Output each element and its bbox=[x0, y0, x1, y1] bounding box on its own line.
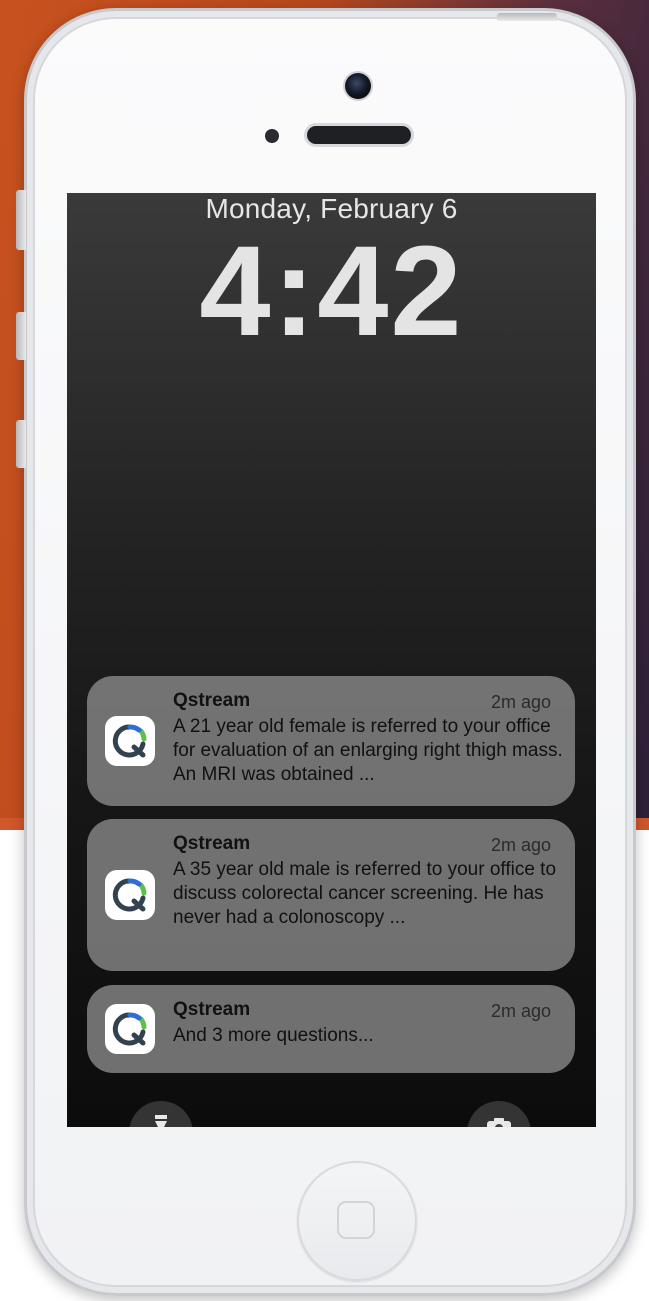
notification-app-name: Qstream bbox=[173, 690, 251, 711]
qstream-logo-icon bbox=[112, 724, 147, 758]
notification-app-name: Qstream bbox=[173, 833, 251, 854]
qstream-app-icon bbox=[105, 870, 155, 920]
notification-card[interactable]: Qstream 2m ago And 3 more questions... bbox=[87, 985, 575, 1073]
volume-down-button bbox=[16, 420, 26, 468]
volume-up-button bbox=[16, 312, 26, 360]
camera-button[interactable] bbox=[467, 1101, 531, 1127]
front-camera bbox=[345, 73, 371, 99]
qstream-logo-icon bbox=[112, 1012, 147, 1046]
notification-time: 2m ago bbox=[490, 692, 551, 712]
home-button[interactable] bbox=[297, 1161, 417, 1281]
qstream-app-icon bbox=[105, 1004, 155, 1054]
qstream-logo-icon bbox=[112, 878, 147, 912]
notification-body: A 35 year old male is referred to your o… bbox=[173, 859, 557, 928]
flashlight-icon bbox=[155, 1115, 167, 1127]
notification-body: And 3 more questions... bbox=[173, 1025, 374, 1046]
camera-icon bbox=[487, 1118, 511, 1127]
notification-body: A 21 year old female is referred to your… bbox=[173, 716, 563, 785]
home-button-square-icon bbox=[337, 1201, 375, 1239]
earpiece-speaker bbox=[307, 126, 411, 144]
flashlight-button[interactable] bbox=[129, 1101, 193, 1127]
notification-app-name: Qstream bbox=[173, 999, 251, 1020]
lock-screen: Monday, February 6 4:42 Qstream 2m ago A… bbox=[67, 193, 596, 1127]
notification-card[interactable]: Qstream 2m ago A 21 year old female is r… bbox=[87, 676, 575, 806]
power-button bbox=[497, 13, 557, 21]
lockscreen-time: 4:42 bbox=[199, 220, 464, 363]
qstream-app-icon bbox=[105, 716, 155, 766]
notification-time: 2m ago bbox=[490, 1001, 551, 1021]
proximity-sensor bbox=[265, 129, 279, 143]
notification-time: 2m ago bbox=[490, 835, 551, 855]
mute-switch bbox=[16, 190, 26, 250]
notification-card[interactable]: Qstream 2m ago A 35 year old male is ref… bbox=[87, 819, 575, 971]
